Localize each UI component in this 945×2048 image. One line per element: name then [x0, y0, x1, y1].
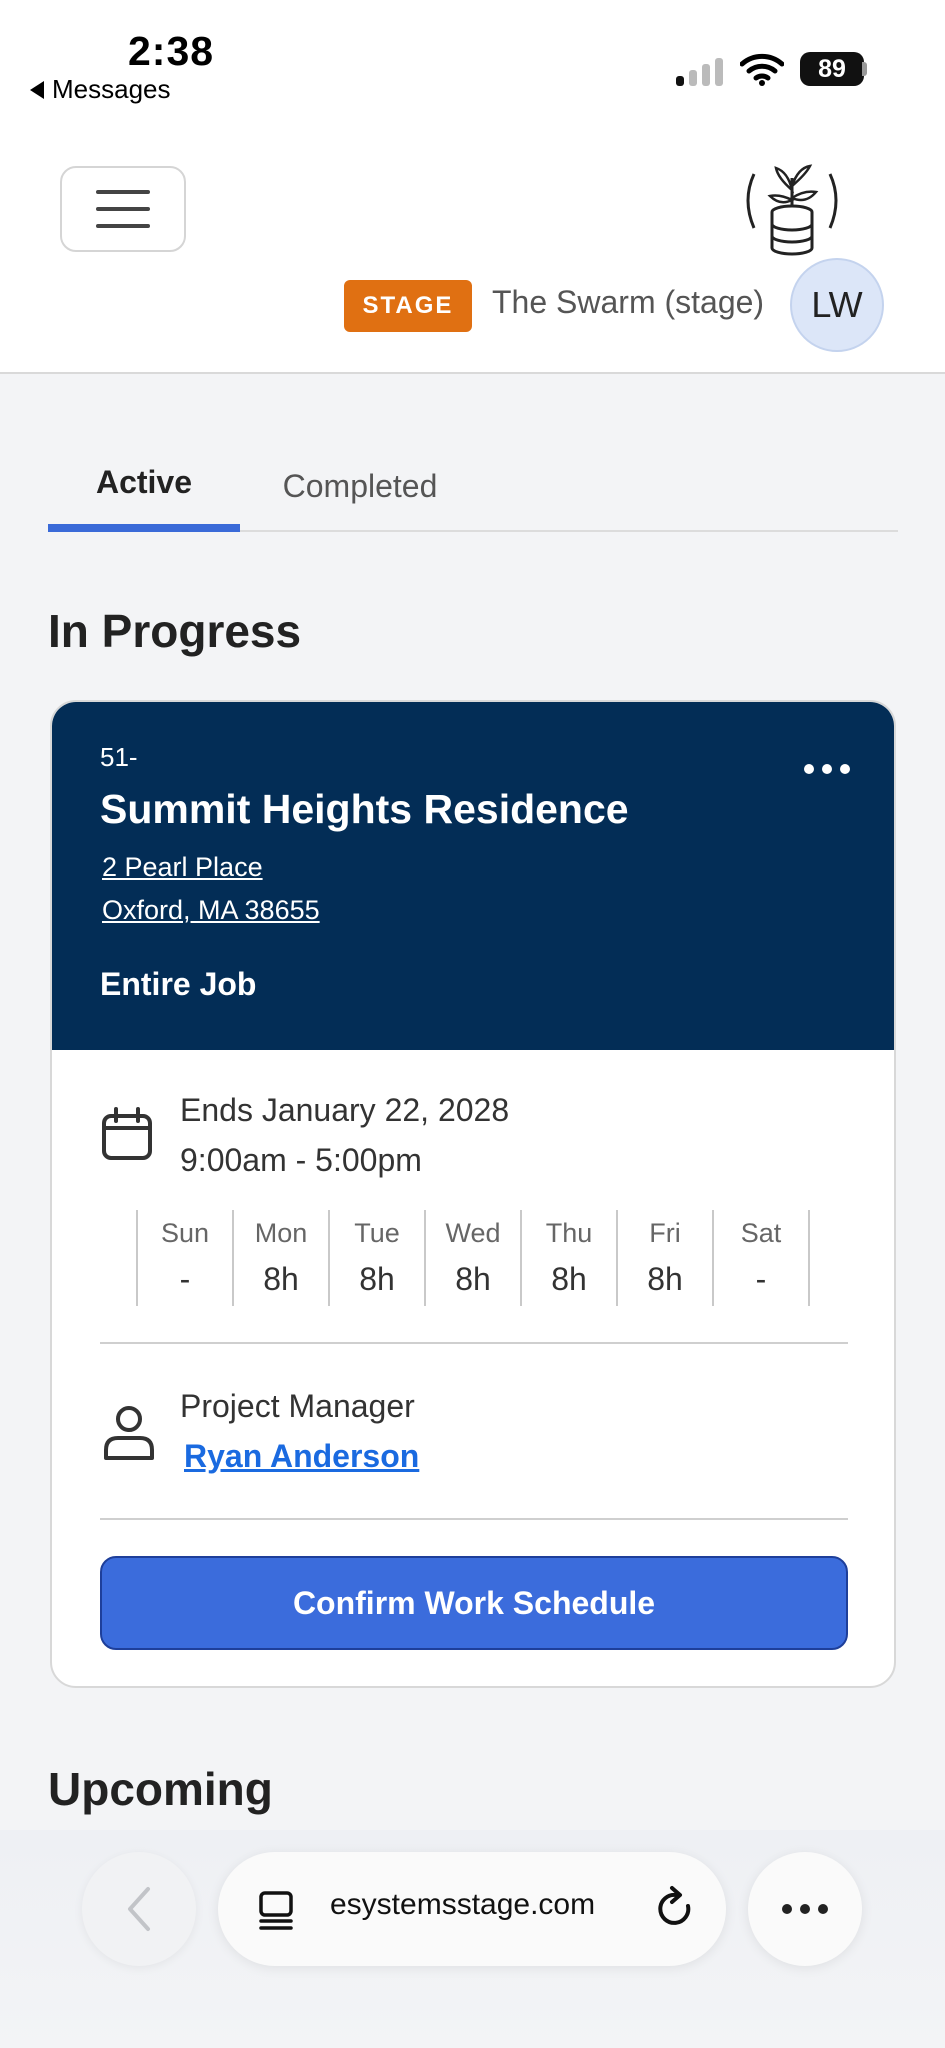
in-progress-heading: In Progress	[48, 605, 302, 657]
company-logo-icon	[746, 164, 838, 256]
hamburger-menu-button[interactable]	[60, 166, 186, 252]
organization-name: The Swarm (stage)	[492, 284, 765, 320]
day-sat: Sat -	[714, 1210, 810, 1306]
tab-active[interactable]: Active	[48, 440, 240, 532]
job-status-tabs: Active Completed	[48, 440, 898, 532]
job-title: Summit Heights Residence	[100, 786, 629, 832]
day-thu: Thu 8h	[522, 1210, 618, 1306]
dot	[782, 1904, 792, 1914]
weekly-schedule: Sun - Mon 8h Tue 8h Wed 8h Thu 8h Fri 8h…	[136, 1210, 810, 1306]
day-name: Tue	[354, 1218, 400, 1248]
day-hours: -	[179, 1261, 191, 1297]
dot	[822, 764, 832, 774]
dot	[840, 764, 850, 774]
stage-badge: STAGE	[344, 280, 472, 332]
day-name: Sat	[740, 1218, 782, 1248]
dot	[804, 764, 814, 774]
job-number: 51-	[100, 742, 138, 772]
address-bar[interactable]: esystemsstage.com	[218, 1852, 726, 1966]
battery-indicator: 89	[800, 52, 864, 86]
day-name: Thu	[545, 1218, 593, 1248]
day-hours: 8h	[359, 1261, 395, 1297]
more-options-icon[interactable]	[792, 752, 862, 786]
job-scope: Entire Job	[100, 966, 257, 1002]
day-tue: Tue 8h	[330, 1210, 426, 1306]
url-text: esystemsstage.com	[330, 1888, 596, 1921]
calendar-icon	[102, 1107, 152, 1160]
day-mon: Mon 8h	[234, 1210, 330, 1306]
confirm-work-schedule-button[interactable]: Confirm Work Schedule	[100, 1556, 848, 1650]
chevron-left-icon	[128, 1887, 150, 1931]
day-fri: Fri 8h	[618, 1210, 714, 1306]
upcoming-heading: Upcoming	[48, 1763, 273, 1815]
menu-line	[96, 207, 150, 211]
day-name: Wed	[445, 1218, 501, 1248]
day-hours: 8h	[647, 1261, 683, 1297]
day-name: Sun	[160, 1218, 210, 1248]
dot	[818, 1904, 828, 1914]
wifi-icon	[740, 53, 784, 86]
status-time: 2:38	[128, 28, 215, 74]
page-menu-icon	[259, 1891, 293, 1930]
status-bar: 2:38 Messages 89	[0, 0, 945, 110]
browser-more-button[interactable]	[748, 1852, 862, 1966]
person-icon	[104, 1406, 154, 1460]
job-card: 51- Summit Heights Residence 2 Pearl Pla…	[50, 700, 896, 1688]
cellular-signal-icon	[676, 54, 723, 86]
project-manager-label: Project Manager	[180, 1388, 415, 1424]
day-sun: Sun -	[138, 1210, 234, 1306]
day-hours: 8h	[551, 1261, 587, 1297]
address-line2-link[interactable]: Oxford, MA 38655	[102, 895, 320, 926]
battery-tip	[862, 62, 867, 76]
schedule-hours: 9:00am - 5:00pm	[180, 1142, 422, 1178]
day-hours: -	[755, 1261, 767, 1297]
day-hours: 8h	[455, 1261, 491, 1297]
project-manager-link[interactable]: Ryan Anderson	[184, 1438, 419, 1475]
menu-line	[96, 190, 150, 194]
user-avatar[interactable]: LW	[790, 258, 884, 352]
job-card-header: 51- Summit Heights Residence 2 Pearl Pla…	[52, 702, 894, 1050]
day-hours: 8h	[263, 1261, 299, 1297]
dot	[800, 1904, 810, 1914]
divider	[100, 1518, 848, 1520]
day-name: Mon	[254, 1218, 308, 1248]
back-triangle-icon	[30, 80, 44, 99]
app-header: STAGE The Swarm (stage) LW	[0, 110, 945, 374]
reload-icon[interactable]	[652, 1884, 698, 1934]
address-line1-link[interactable]: 2 Pearl Place	[102, 852, 263, 883]
schedule-end-date: Ends January 22, 2028	[180, 1092, 510, 1128]
back-to-messages[interactable]: Messages	[30, 74, 171, 105]
divider	[100, 1342, 848, 1344]
back-app-label: Messages	[52, 74, 171, 104]
browser-back-button[interactable]	[82, 1852, 196, 1966]
day-wed: Wed 8h	[426, 1210, 522, 1306]
menu-line	[96, 224, 150, 228]
day-name: Fri	[649, 1218, 681, 1248]
tab-completed[interactable]: Completed	[240, 440, 480, 532]
